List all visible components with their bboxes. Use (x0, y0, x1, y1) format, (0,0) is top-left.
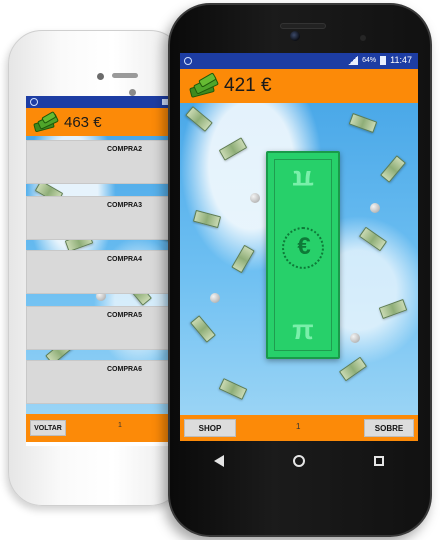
buy-item-label: COMPRA4 (107, 256, 143, 263)
buy-item-label: COMPRA2 (107, 146, 143, 153)
euro-symbol: € (297, 233, 311, 260)
buy-item-3[interactable]: COMPRA3 (26, 196, 176, 240)
buy-item-label: COMPRA6 (107, 366, 143, 373)
bottom-bar: SHOP 1 SOBRE (180, 415, 418, 441)
buy-item-6[interactable]: COMPRA6 (26, 360, 176, 404)
front-sensor (97, 73, 104, 80)
home-icon[interactable] (292, 455, 305, 467)
proximity-sensor (360, 35, 366, 41)
balance-value: 421 € (224, 75, 272, 96)
status-bar (26, 96, 176, 108)
page-number: 1 (118, 422, 122, 429)
clock: 11:47 (390, 55, 412, 65)
white-phone-screen: 463 € COMPRA2 COMPRA3 COMPRA4 COMPRA5 CO… (26, 96, 176, 446)
buy-item-5[interactable]: COMPRA5 (26, 306, 176, 350)
money-stack-icon (188, 72, 219, 98)
money-stack-icon (32, 110, 59, 133)
note-symbol-bottom: π (292, 314, 314, 345)
buy-item-label: COMPRA5 (107, 312, 143, 319)
battery-percent: 64% (362, 56, 377, 64)
signal-icon (348, 55, 359, 65)
android-nav-bar (180, 441, 418, 481)
app-notification-icon (30, 98, 38, 106)
app-notification-icon (184, 57, 192, 65)
earpiece-speaker (280, 23, 326, 29)
earpiece-speaker (112, 73, 138, 78)
black-phone-screen: 64% 11:47 421 € π € π SHOP 1 SOBRE (180, 53, 418, 441)
buy-item-label: COMPRA3 (107, 202, 143, 209)
bottom-bar: VOLTAR 1 (26, 414, 176, 442)
battery-icon (380, 55, 387, 65)
buy-item-2[interactable]: COMPRA2 (26, 140, 176, 184)
about-button[interactable]: SOBRE (364, 419, 414, 437)
euro-banknote[interactable]: π € π (266, 151, 340, 359)
buy-item-4[interactable]: COMPRA4 (26, 250, 176, 294)
black-phone: 64% 11:47 421 € π € π SHOP 1 SOBRE (168, 3, 432, 537)
purchase-list: COMPRA2 COMPRA3 COMPRA4 COMPRA5 COMPRA6 (26, 136, 176, 414)
back-button[interactable]: VOLTAR (30, 420, 66, 436)
back-icon[interactable] (214, 455, 225, 467)
note-symbol-top: π (292, 165, 314, 196)
shop-button[interactable]: SHOP (184, 419, 236, 437)
front-camera (129, 89, 136, 96)
app-header: 421 € (180, 69, 418, 103)
recents-icon[interactable] (373, 456, 384, 466)
balance-value: 463 € (64, 113, 102, 131)
status-bar: 64% 11:47 (180, 53, 418, 69)
front-camera (290, 31, 300, 41)
app-header: 463 € (26, 108, 176, 136)
money-rain-area: π € π (180, 103, 418, 415)
page-number: 1 (296, 422, 301, 431)
